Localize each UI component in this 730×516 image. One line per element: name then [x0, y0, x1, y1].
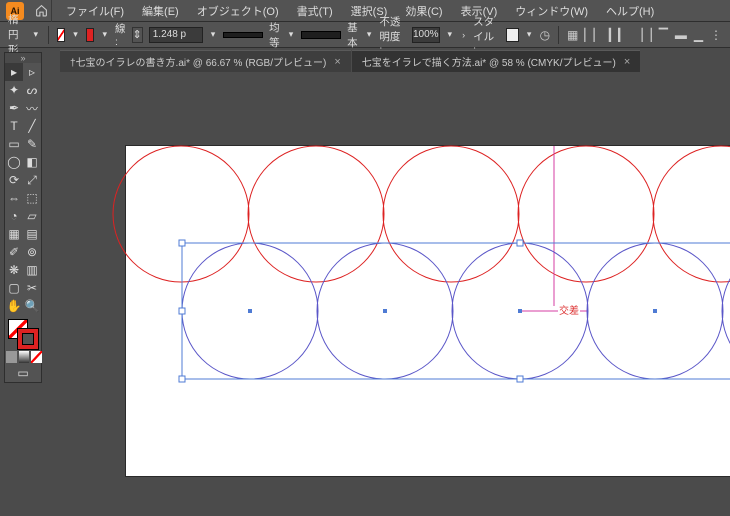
brush-preview[interactable] — [301, 31, 341, 39]
color-mode-row — [5, 350, 43, 364]
color-mode-gradient[interactable] — [19, 351, 30, 363]
eyedropper-tool[interactable]: ✐ — [5, 243, 23, 261]
blend-tool[interactable]: ⊚ — [23, 243, 41, 261]
close-icon[interactable]: × — [624, 56, 630, 68]
toolbox-collapse-icon[interactable]: » — [5, 53, 41, 63]
menu-window[interactable]: ウィンドウ(W) — [507, 0, 596, 22]
fill-stroke-indicator[interactable] — [5, 318, 41, 350]
free-transform-tool[interactable]: ⬚ — [23, 189, 41, 207]
align-left-icon[interactable]: ▏▏ — [584, 25, 602, 45]
menu-file[interactable]: ファイル(F) — [58, 0, 132, 22]
stroke-profile-label: 均等 — [269, 20, 281, 50]
align-bottom-icon[interactable]: ▁ — [693, 25, 704, 45]
column-graph-tool[interactable]: ▥ — [23, 261, 41, 279]
magic-wand-tool[interactable]: ✦ — [5, 81, 23, 99]
opacity-dropdown-icon[interactable]: ▾ — [446, 29, 455, 40]
stroke-weight-dropdown-icon[interactable]: ▾ — [209, 29, 218, 40]
type-tool[interactable]: T — [5, 117, 23, 135]
menu-type[interactable]: 書式(T) — [289, 0, 341, 22]
align-center-icon[interactable]: ▎▎ — [609, 25, 627, 45]
shape-type-dropdown-icon[interactable]: ▾ — [32, 29, 41, 40]
stroke-weight-input[interactable] — [149, 27, 203, 43]
stroke-profile-dropdown-icon[interactable]: ▾ — [287, 29, 296, 40]
selection-tool[interactable]: ▸ — [5, 63, 23, 81]
rectangle-tool[interactable]: ▭ — [5, 135, 23, 153]
fill-swatch[interactable] — [57, 28, 66, 42]
stroke-swatch[interactable] — [86, 28, 95, 42]
shape-type-label: 楕円形 — [8, 12, 26, 57]
gradient-tool[interactable]: ▤ — [23, 225, 41, 243]
red-circle-row — [113, 146, 730, 282]
menu-bar: Ai ファイル(F) 編集(E) オブジェクト(O) 書式(T) 選択(S) 効… — [0, 0, 730, 22]
stroke-indicator[interactable] — [18, 329, 38, 349]
mesh-tool[interactable]: ▦ — [5, 225, 23, 243]
canvas-area[interactable]: 交差 — [46, 72, 730, 516]
symbol-sprayer-tool[interactable]: ❋ — [5, 261, 23, 279]
menu-edit[interactable]: 編集(E) — [134, 0, 187, 22]
perspective-tool[interactable]: ▱ — [23, 207, 41, 225]
menu-object[interactable]: オブジェクト(O) — [189, 0, 287, 22]
opacity-menu-icon[interactable]: › — [460, 30, 467, 40]
paintbrush-tool[interactable]: ✎ — [23, 135, 41, 153]
close-icon[interactable]: × — [334, 56, 340, 68]
control-bar: 楕円形 ▾ ▾ ▾ 線 : ⇕ ▾ 均等▾ 基本▾ 不透明度 : 100%▾ ›… — [0, 22, 730, 48]
color-mode-color[interactable] — [6, 351, 17, 363]
style-dropdown-icon[interactable]: ▾ — [525, 29, 534, 40]
slice-tool[interactable]: ✂ — [23, 279, 41, 297]
blue-circle-row — [182, 243, 730, 379]
zoom-tool[interactable]: 🔍 — [23, 297, 41, 315]
direct-selection-tool[interactable]: ▹ — [23, 63, 41, 81]
align-top-icon[interactable]: ▔ — [658, 25, 669, 45]
document-tab-1[interactable]: †七宝のイラレの書き方.ai* @ 66.67 % (RGB/プレビュー) × — [60, 50, 351, 72]
curvature-tool[interactable]: 〰 — [23, 99, 41, 117]
distribute-icon[interactable]: ⋮ — [710, 25, 722, 45]
home-icon[interactable] — [32, 0, 52, 22]
toolbox: » ▸ ▹ ✦ ᔕ ✒ 〰 T ╱ ▭ ✎ ◯ ◧ ⟳ ⤢ ⇔ ⬚ ◔ ▱ ▦ … — [4, 52, 42, 383]
brush-dropdown-icon[interactable]: ▾ — [365, 29, 374, 40]
width-tool[interactable]: ⇔ — [5, 189, 23, 207]
document-tab-1-title: †七宝のイラレの書き方.ai* @ 66.67 % (RGB/プレビュー) — [70, 54, 326, 69]
eraser-tool[interactable]: ◧ — [23, 153, 41, 171]
hand-tool[interactable]: ✋ — [5, 297, 23, 315]
fill-dropdown-icon[interactable]: ▾ — [71, 29, 80, 40]
document-tab-strip: †七宝のイラレの書き方.ai* @ 66.67 % (RGB/プレビュー) × … — [46, 50, 730, 72]
artboard-tool[interactable]: ▢ — [5, 279, 23, 297]
line-tool[interactable]: ╱ — [23, 117, 41, 135]
stroke-weight-stepper[interactable]: ⇕ — [132, 27, 143, 43]
stroke-profile-preview[interactable] — [223, 32, 263, 38]
document-tab-2-title: 七宝をイラレで描く方法.ai* @ 58 % (CMYK/プレビュー) — [362, 54, 616, 69]
opacity-value[interactable]: 100% — [412, 27, 440, 43]
document-tab-2[interactable]: 七宝をイラレで描く方法.ai* @ 58 % (CMYK/プレビュー) × — [352, 50, 641, 72]
graphic-style-swatch[interactable] — [506, 28, 519, 42]
color-mode-none[interactable] — [31, 351, 42, 363]
brush-label: 基本 — [347, 20, 359, 50]
recolor-icon[interactable]: ◷ — [539, 25, 550, 45]
smart-guide-label: 交差 — [558, 302, 580, 317]
lasso-tool[interactable]: ᔕ — [23, 81, 41, 99]
pen-tool[interactable]: ✒ — [5, 99, 23, 117]
stroke-dropdown-icon[interactable]: ▾ — [100, 29, 109, 40]
rotate-tool[interactable]: ⟳ — [5, 171, 23, 189]
selection-box — [179, 240, 730, 382]
scale-tool[interactable]: ⤢ — [23, 171, 41, 189]
align-middle-icon[interactable]: ▬ — [675, 25, 687, 45]
artwork-svg — [126, 146, 730, 486]
menu-help[interactable]: ヘルプ(H) — [598, 0, 662, 22]
stroke-label: 線 : — [115, 21, 126, 48]
shaper-tool[interactable]: ◯ — [5, 153, 23, 171]
shape-builder-tool[interactable]: ◔ — [5, 207, 23, 225]
align-menu-icon[interactable]: ▦ — [567, 25, 578, 45]
screen-mode-tool[interactable]: ▭ — [5, 364, 41, 382]
align-right-icon[interactable]: ▕▕ — [633, 25, 651, 45]
